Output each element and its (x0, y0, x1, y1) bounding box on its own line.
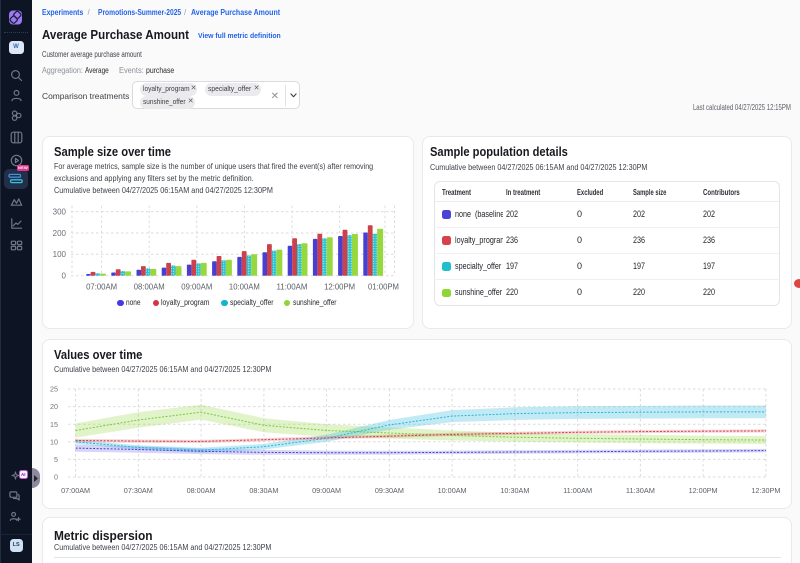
svg-text:08:00AM: 08:00AM (134, 283, 165, 292)
svg-text:25: 25 (50, 385, 58, 394)
svg-text:5: 5 (54, 455, 58, 464)
svg-text:10:00AM: 10:00AM (438, 486, 467, 495)
svg-text:20: 20 (50, 402, 58, 411)
svg-text:11:30AM: 11:30AM (626, 486, 655, 495)
svg-text:0: 0 (62, 272, 67, 281)
svg-text:11:00AM: 11:00AM (277, 283, 308, 292)
svg-text:07:00AM: 07:00AM (86, 283, 117, 292)
svg-text:11:00AM: 11:00AM (563, 486, 592, 495)
svg-text:200: 200 (53, 229, 67, 238)
svg-text:09:00AM: 09:00AM (312, 486, 341, 495)
svg-text:08:30AM: 08:30AM (249, 486, 278, 495)
svg-text:100: 100 (53, 250, 67, 259)
svg-text:12:00PM: 12:00PM (689, 486, 718, 495)
svg-text:07:00AM: 07:00AM (61, 486, 90, 495)
svg-text:09:30AM: 09:30AM (375, 486, 404, 495)
svg-text:08:00AM: 08:00AM (187, 486, 216, 495)
svg-text:07:30AM: 07:30AM (124, 486, 153, 495)
svg-text:12:30PM: 12:30PM (751, 486, 780, 495)
svg-text:12:00PM: 12:00PM (324, 283, 355, 292)
svg-text:10: 10 (50, 437, 58, 446)
svg-text:15: 15 (50, 420, 58, 429)
svg-text:10:00AM: 10:00AM (229, 283, 260, 292)
svg-text:09:00AM: 09:00AM (181, 283, 212, 292)
svg-text:01:00PM: 01:00PM (368, 283, 399, 292)
svg-text:10:30AM: 10:30AM (500, 486, 529, 495)
svg-text:0: 0 (54, 473, 58, 482)
svg-text:300: 300 (53, 207, 67, 216)
